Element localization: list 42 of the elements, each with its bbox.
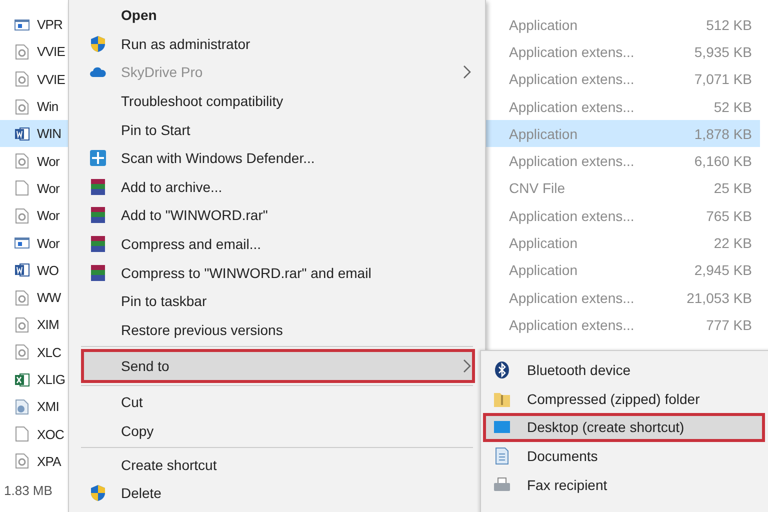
file-name: XOC xyxy=(37,426,64,442)
file-size: 765 KB xyxy=(706,208,752,224)
file-name: WIN xyxy=(37,126,62,142)
file-type: Application xyxy=(509,126,578,142)
file-type: Application extens... xyxy=(509,316,636,333)
file-size: 25 KB xyxy=(714,180,752,196)
file-type: Application xyxy=(509,262,578,278)
file-type: Application xyxy=(509,235,578,252)
file-name: XPA xyxy=(37,454,61,469)
file-name: XLC xyxy=(37,344,62,360)
file-name: Wor xyxy=(37,154,60,169)
file-type: Application xyxy=(509,16,578,33)
file-size: 52 KB xyxy=(714,98,752,115)
file-name: VVIE xyxy=(37,44,66,60)
file-type: Application extens... xyxy=(509,44,636,60)
file-size: 21,053 KB xyxy=(686,290,752,306)
file-name: WO xyxy=(37,262,59,278)
file-name: WW xyxy=(37,290,61,306)
file-size: 7,071 KB xyxy=(694,71,752,88)
file-size: 6,160 KB xyxy=(694,153,752,170)
file-name: XMI xyxy=(37,399,59,414)
file-name: XIM xyxy=(37,317,59,332)
file-name: Wor xyxy=(37,208,60,224)
file-name: VPR xyxy=(37,17,63,32)
file-size: 777 KB xyxy=(706,316,752,333)
file-name: Win xyxy=(37,99,58,114)
file-size: 2,945 KB xyxy=(694,262,752,278)
status-bar-size: 1.83 MB xyxy=(4,483,52,498)
file-size: 512 KB xyxy=(706,16,752,33)
file-type: CNV File xyxy=(509,180,566,196)
file-size: 5,935 KB xyxy=(694,44,752,60)
file-type: Application extens... xyxy=(509,290,636,306)
file-name: Wor xyxy=(37,180,60,196)
file-type: Application extens... xyxy=(509,208,636,224)
file-size: 22 KB xyxy=(714,235,752,252)
file-type: Application extens... xyxy=(509,71,636,88)
file-type: Application extens... xyxy=(509,153,636,170)
file-name: XLIG xyxy=(37,372,66,387)
file-name: VVIE xyxy=(37,72,66,87)
file-name: Wor xyxy=(37,236,60,251)
file-size: 1,878 KB xyxy=(694,126,752,142)
file-type: Application extens... xyxy=(509,98,636,115)
